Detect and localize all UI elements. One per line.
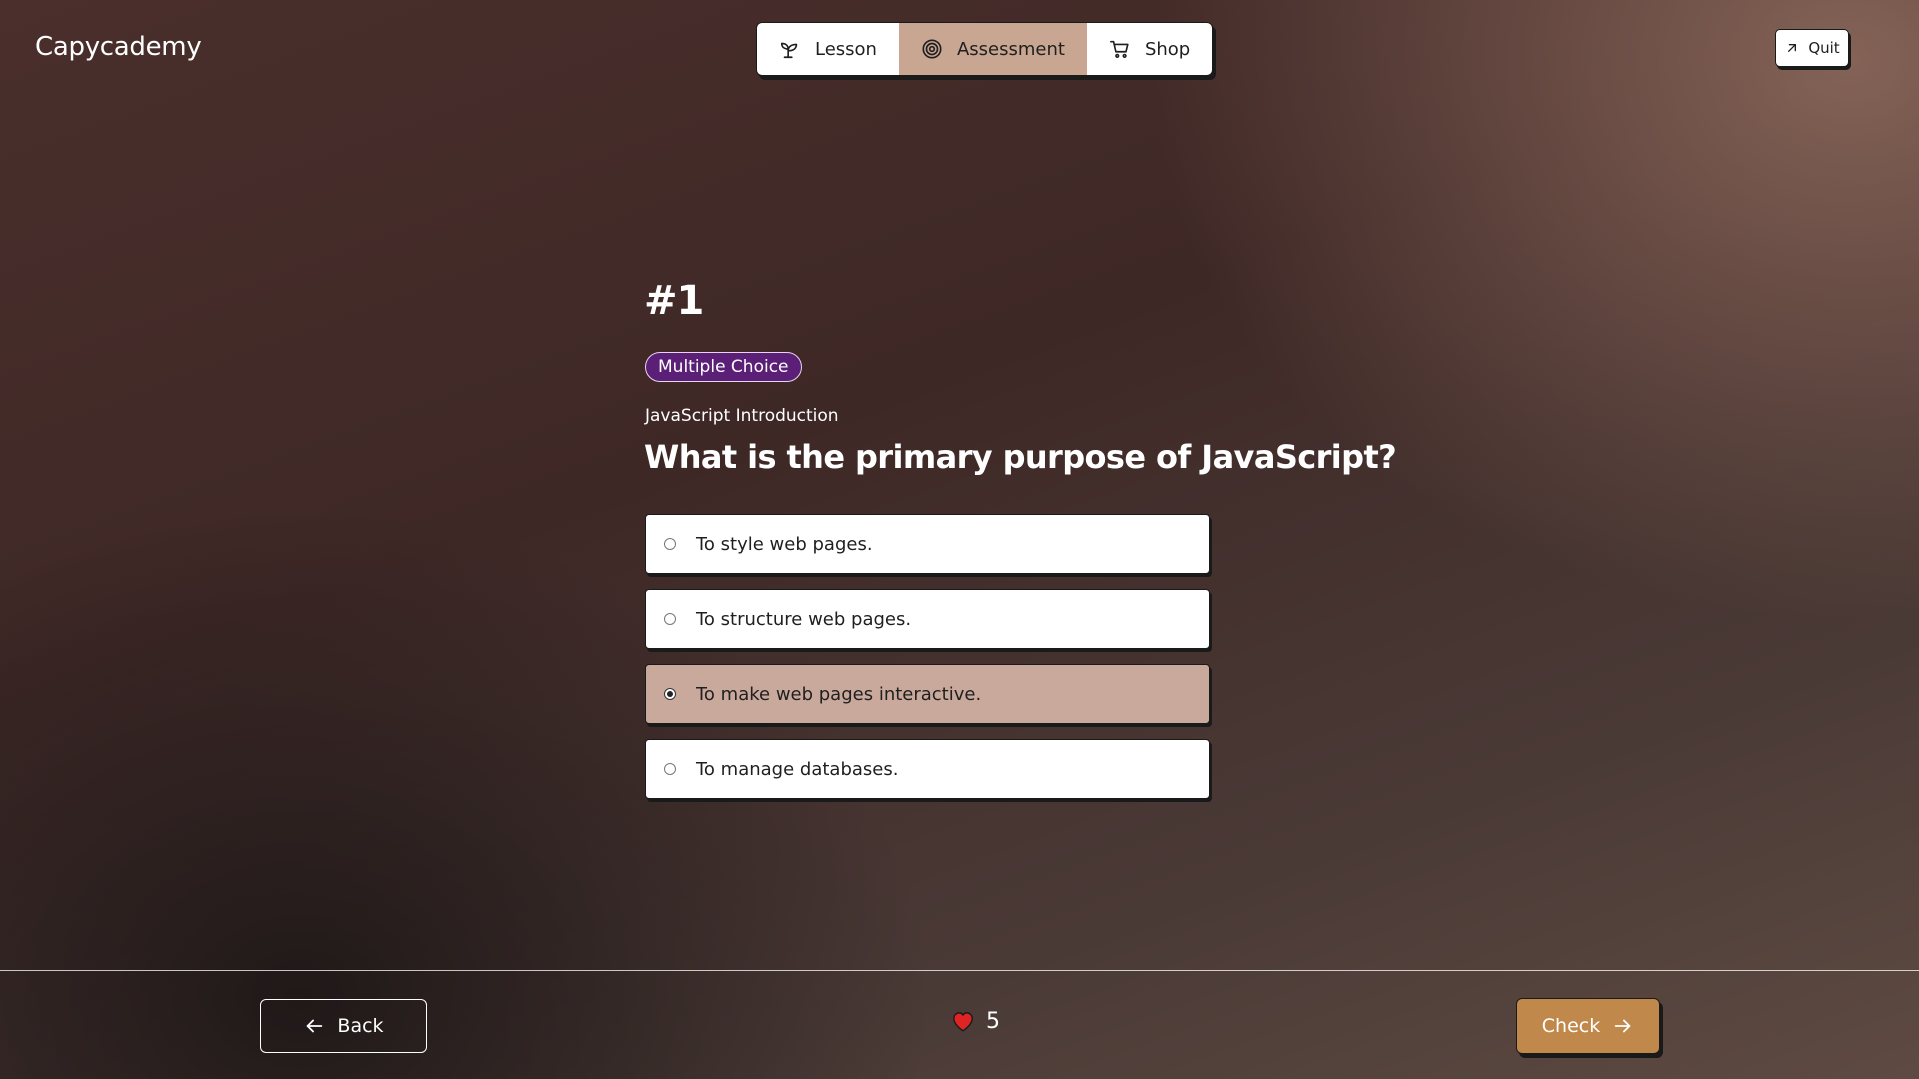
lives-counter: 5 [950,1008,1000,1034]
back-label: Back [337,1015,384,1037]
target-icon [921,38,943,60]
lives-count: 5 [986,1008,1000,1034]
answer-option-label: To style web pages. [696,533,873,555]
tab-assessment-label: Assessment [956,38,1065,60]
quit-button[interactable]: Quit [1775,29,1849,67]
answer-option[interactable]: To manage databases. [645,739,1210,799]
answer-options: To style web pages. To structure web pag… [645,514,1210,814]
mode-tabs: Lesson Assessment Shop [756,22,1214,76]
back-button[interactable]: Back [260,999,427,1053]
answer-option[interactable]: To structure web pages. [645,589,1210,649]
check-label: Check [1541,1015,1601,1037]
radio-button[interactable] [664,538,676,550]
tab-lesson[interactable]: Lesson [757,23,899,75]
answer-option-label: To make web pages interactive. [696,683,982,705]
check-button[interactable]: Check [1516,998,1660,1054]
answer-option[interactable]: To style web pages. [645,514,1210,574]
cart-icon [1109,38,1131,60]
arrow-left-icon [303,1015,325,1037]
radio-button[interactable] [664,763,676,775]
answer-option-label: To structure web pages. [696,608,912,630]
tab-assessment[interactable]: Assessment [898,23,1087,75]
sprout-icon [779,38,801,60]
answer-option-label: To manage databases. [696,758,899,780]
radio-button[interactable] [664,613,676,625]
question-topic: JavaScript Introduction [645,406,839,426]
question-number: #1 [644,278,704,324]
arrow-up-right-icon [1784,40,1800,56]
heart-icon [950,1008,976,1034]
arrow-right-icon [1612,1015,1634,1037]
app-logo[interactable]: Capycademy [35,32,202,62]
tab-lesson-label: Lesson [815,38,877,60]
question-text: What is the primary purpose of JavaScrip… [644,438,1397,476]
footer-divider [0,970,1919,971]
question-type-badge: Multiple Choice [645,352,802,382]
tab-shop-label: Shop [1144,38,1191,60]
answer-option-selected[interactable]: To make web pages interactive. [645,664,1210,724]
quit-label: Quit [1808,39,1840,57]
tab-shop[interactable]: Shop [1087,23,1212,75]
radio-button-selected[interactable] [664,688,676,700]
